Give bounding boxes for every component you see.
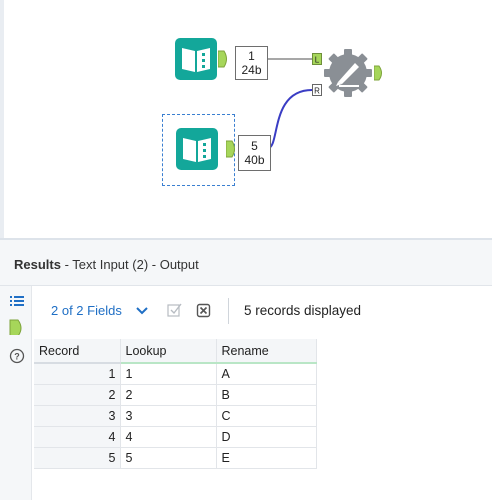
text-input-tool-bottom[interactable] [176, 128, 218, 170]
checkbox-edit-icon[interactable] [167, 303, 182, 318]
workflow-connections [267, 58, 313, 149]
table-row[interactable]: 4 4 D [34, 426, 317, 448]
lookup-cell: 1 [120, 363, 217, 385]
record-count: 5 [251, 139, 258, 153]
data-size: 40b [244, 153, 265, 167]
output-anchor-rename[interactable] [374, 65, 386, 81]
help-icon[interactable]: ? [9, 348, 25, 364]
table-row[interactable]: 3 3 C [34, 405, 317, 427]
results-title: Results - Text Input (2) - Output [14, 257, 199, 272]
rename-cell: E [216, 447, 317, 469]
clear-selection-icon[interactable] [196, 303, 211, 318]
column-header-rename[interactable]: Rename [216, 339, 317, 364]
list-icon[interactable] [9, 293, 25, 309]
rename-cell: B [216, 384, 317, 406]
record-count-badge-bottom: 5 40b [238, 135, 271, 171]
fields-selector[interactable]: 2 of 2 Fields [51, 303, 122, 318]
fields-label: 2 of 2 Fields [51, 303, 122, 318]
toolbar-divider [228, 298, 229, 324]
connection-bottom [267, 89, 313, 149]
records-displayed: 5 records displayed [244, 303, 362, 318]
table-row[interactable]: 1 1 A [34, 363, 317, 385]
results-title-rest: - Text Input (2) - Output [60, 257, 199, 272]
table-row[interactable]: 2 2 B [34, 384, 317, 406]
text-input-tool-top[interactable] [175, 38, 217, 80]
book-icon [176, 128, 218, 170]
rename-cell: C [216, 405, 317, 427]
output-anchor-bottom[interactable] [226, 140, 238, 158]
gear-icon [324, 49, 372, 97]
record-cell: 3 [34, 405, 121, 427]
record-cell: 2 [34, 384, 121, 406]
lookup-cell: 2 [120, 384, 217, 406]
lookup-cell: 4 [120, 426, 217, 448]
table-row[interactable]: 5 5 E [34, 447, 317, 469]
record-count-badge-top: 1 24b [235, 46, 268, 80]
book-icon [175, 38, 217, 80]
chevron-down-icon[interactable] [136, 306, 148, 316]
rename-cell: A [216, 363, 317, 385]
rename-cell: D [216, 426, 317, 448]
record-cell: 1 [34, 363, 121, 385]
dynamic-rename-tool[interactable] [323, 48, 373, 98]
results-table: Record Lookup Rename 1 1 A 2 2 B 3 3 C 4… [34, 339, 317, 469]
column-header-record[interactable]: Record [34, 339, 121, 364]
input-anchor-l[interactable]: L [312, 53, 322, 65]
data-size: 24b [241, 63, 262, 77]
anchor-label-r: R [314, 87, 320, 96]
lookup-cell: 5 [120, 447, 217, 469]
anchor-label-l: L [315, 56, 320, 65]
lookup-cell: 3 [120, 405, 217, 427]
output-anchor-icon[interactable] [9, 319, 25, 335]
output-anchor-top[interactable] [218, 50, 230, 68]
input-anchor-r[interactable]: R [312, 84, 322, 96]
record-cell: 4 [34, 426, 121, 448]
svg-text:?: ? [14, 352, 20, 362]
column-header-lookup[interactable]: Lookup [120, 339, 217, 364]
record-count: 1 [248, 49, 255, 63]
table-header-row: Record Lookup Rename [34, 339, 317, 364]
record-cell: 5 [34, 447, 121, 469]
results-title-bold: Results [14, 257, 61, 272]
